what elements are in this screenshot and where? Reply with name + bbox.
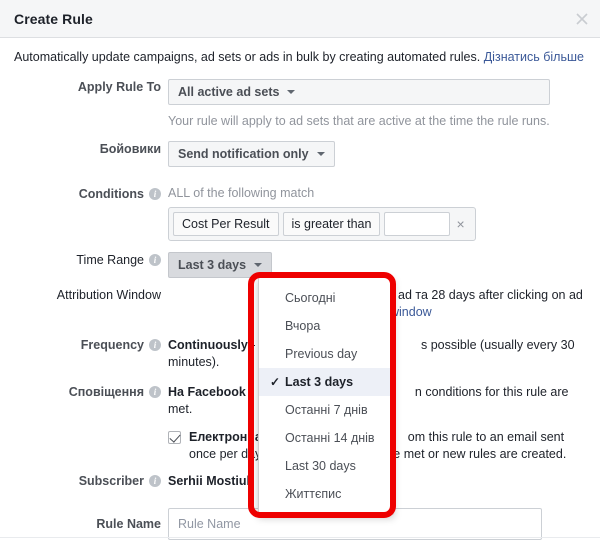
conditions-match-text: ALL of the following match bbox=[168, 186, 315, 200]
time-range-option[interactable]: ✓ Last 3 days bbox=[259, 368, 393, 396]
time-range-option[interactable]: Previous day bbox=[259, 340, 393, 368]
check-icon: ✓ bbox=[269, 375, 281, 389]
time-range-option[interactable]: Останні 14 днів bbox=[259, 424, 393, 452]
time-range-option-label: Сьогодні bbox=[285, 291, 336, 305]
conditions-label: Conditions i bbox=[22, 186, 168, 241]
apply-rule-to-label: Apply Rule To bbox=[77, 80, 161, 94]
time-range-option[interactable]: Останні 7 днів bbox=[259, 396, 393, 424]
subscriber-row: Subscriber i Serhii Mostiuk bbox=[22, 473, 254, 490]
remove-condition-icon[interactable]: × bbox=[454, 217, 470, 231]
time-range-option[interactable]: Життєпис bbox=[259, 480, 393, 508]
create-rule-dialog: Create Rule Automatically update campaig… bbox=[0, 0, 600, 544]
dialog-header: Create Rule bbox=[0, 0, 600, 38]
time-range-value: Last 3 days bbox=[178, 258, 247, 272]
condition-value-input[interactable] bbox=[384, 212, 451, 236]
time-range-option[interactable]: Last 30 days bbox=[259, 452, 393, 480]
time-range-dropdown-menu[interactable]: Сьогодні Вчора Previous day ✓ Last 3 days Ост… bbox=[258, 277, 394, 515]
condition-operator-select[interactable]: is greater than bbox=[282, 212, 381, 236]
time-range-option-label: Last 3 days bbox=[285, 375, 354, 389]
email-notification-checkbox[interactable] bbox=[168, 431, 181, 444]
attribution-window-label: Attribution Window bbox=[56, 288, 161, 302]
frequency-label: Frequency i bbox=[22, 337, 168, 371]
time-range-option-label: Життєпис bbox=[285, 487, 342, 501]
condition-metric-select[interactable]: Cost Per Result bbox=[173, 212, 279, 236]
action-row: Бойовики Send notification only bbox=[22, 141, 335, 167]
time-range-option[interactable]: Вчора bbox=[259, 312, 393, 340]
info-icon[interactable]: i bbox=[149, 339, 161, 351]
attribution-window-link[interactable]: window bbox=[390, 305, 432, 319]
notification-label: Сповіщення i bbox=[22, 384, 168, 463]
intro-description: Automatically update campaigns, ad sets … bbox=[14, 50, 481, 64]
attribution-window-tail: ad та 28 days after clicking on ad bbox=[398, 288, 583, 302]
apply-rule-to-row: Apply Rule To All active ad sets Your ru… bbox=[22, 79, 550, 128]
email-notification-strong: Електронна bbox=[189, 430, 262, 444]
chevron-down-icon bbox=[287, 90, 296, 94]
intro-text: Automatically update campaigns, ad sets … bbox=[14, 50, 584, 64]
frequency-strong: Continuously bbox=[168, 338, 248, 352]
dialog-bottom-divider bbox=[0, 537, 600, 538]
action-label: Бойовики bbox=[99, 142, 161, 156]
time-range-option-label: Previous day bbox=[285, 347, 358, 361]
dialog-title: Create Rule bbox=[14, 10, 93, 27]
condition-group: Cost Per Result is greater than × bbox=[168, 207, 476, 241]
info-icon[interactable]: i bbox=[149, 254, 161, 266]
learn-more-link[interactable]: Дізнатись більше bbox=[484, 50, 584, 64]
apply-rule-to-value: All active ad sets bbox=[178, 85, 280, 99]
time-range-option-label: Останні 14 днів bbox=[285, 431, 375, 445]
time-range-option-label: Last 30 days bbox=[285, 459, 356, 473]
apply-rule-to-select[interactable]: All active ad sets bbox=[168, 79, 550, 105]
conditions-row: Conditions i ALL of the following match … bbox=[22, 186, 476, 241]
info-icon[interactable]: i bbox=[149, 475, 161, 487]
notification-facebook-strong: На Facebook bbox=[168, 385, 246, 399]
apply-rule-to-helper: Your rule will apply to ad sets that are… bbox=[168, 114, 550, 128]
chevron-down-icon bbox=[254, 263, 263, 267]
action-select[interactable]: Send notification only bbox=[168, 141, 335, 167]
action-value: Send notification only bbox=[178, 147, 309, 161]
time-range-option[interactable]: Сьогодні bbox=[259, 284, 393, 312]
info-icon[interactable]: i bbox=[149, 188, 161, 200]
info-icon[interactable]: i bbox=[149, 386, 161, 398]
close-icon[interactable] bbox=[574, 11, 590, 27]
time-range-option-label: Вчора bbox=[285, 319, 321, 333]
rule-name-label: Rule Name bbox=[96, 517, 161, 531]
time-range-option-label: Останні 7 днів bbox=[285, 403, 368, 417]
time-range-row: Time Range i Last 3 days bbox=[22, 252, 273, 278]
chevron-down-icon bbox=[316, 152, 325, 156]
time-range-select[interactable]: Last 3 days bbox=[168, 252, 273, 278]
time-range-label: Time Range i bbox=[22, 252, 168, 278]
subscriber-value: Serhii Mostiuk bbox=[168, 474, 254, 488]
subscriber-label: Subscriber i bbox=[22, 473, 168, 490]
